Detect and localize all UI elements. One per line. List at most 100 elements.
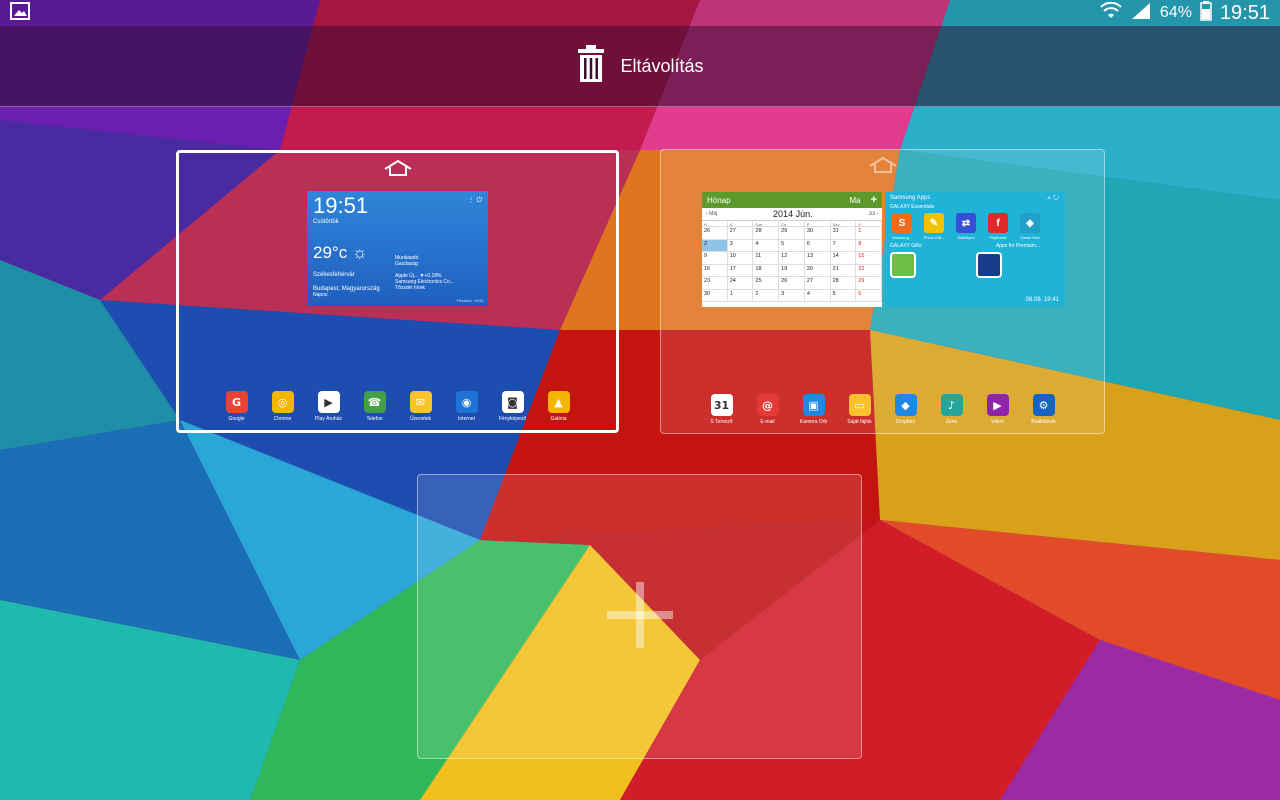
calendar-day[interactable]: 22 bbox=[856, 264, 882, 277]
evernote-icon[interactable] bbox=[890, 252, 916, 278]
calendar-day[interactable]: 5 bbox=[830, 289, 857, 302]
calendar-day[interactable]: 28 bbox=[830, 277, 857, 290]
calendar-day[interactable]: 2 bbox=[702, 239, 728, 252]
app-shortcut[interactable]: ◎ Chrome bbox=[267, 391, 299, 422]
app-shortcut[interactable]: ♪ Zene bbox=[936, 394, 968, 425]
home-icon[interactable] bbox=[383, 159, 413, 181]
calendar-day[interactable]: 4 bbox=[753, 239, 780, 252]
calendar-day[interactable]: 14 bbox=[830, 252, 857, 265]
app-shortcut[interactable]: ⚙ Beállítások bbox=[1028, 394, 1060, 425]
calendar-day[interactable]: 5 bbox=[779, 239, 805, 252]
calendar-day[interactable]: 3 bbox=[727, 239, 754, 252]
app-label: Dropbox bbox=[896, 419, 915, 425]
calendar-day[interactable]: 15 bbox=[856, 252, 882, 265]
calendar-widget[interactable]: Hónap Ma + ‹ Máj 2014 Jún. Júl › H K Sze Cs… bbox=[702, 192, 882, 307]
add-page-button[interactable] bbox=[417, 474, 862, 759]
calendar-day[interactable]: 29 bbox=[779, 227, 805, 240]
calendar-day[interactable]: 18 bbox=[753, 264, 780, 277]
samsung-apps-widget[interactable]: Samsung Apps ⌕ ↻ GALAXY Essentials S Sams… bbox=[885, 192, 1065, 307]
calendar-day[interactable]: 9 bbox=[702, 252, 728, 265]
video-app-icon[interactable] bbox=[976, 252, 1002, 278]
calendar-grid: H K Sze Cs P Szo V 26 27 28 29 30 31 1 2 3 4 5 6 7 8 9 10 11 12 1… bbox=[702, 220, 882, 302]
plus-icon[interactable]: + bbox=[871, 194, 877, 206]
samsung-app-item[interactable]: f Flipboard bbox=[986, 213, 1010, 240]
news-item-1[interactable]: Munkaadó Gazdaság bbox=[395, 255, 418, 267]
app-shortcut[interactable]: ◙ Fényképező bbox=[497, 391, 529, 422]
app-shortcut[interactable]: G Google bbox=[221, 391, 253, 422]
calendar-day[interactable]: 27 bbox=[727, 227, 754, 240]
calendar-today-button[interactable]: Ma bbox=[849, 196, 860, 205]
app-icon: ◈ bbox=[1020, 213, 1040, 233]
app-shortcut[interactable]: ✉ Üzenetek bbox=[405, 391, 437, 422]
calendar-day[interactable]: 6 bbox=[856, 289, 882, 302]
calendar-day[interactable]: 11 bbox=[753, 252, 780, 265]
home-page-thumbnail-2[interactable]: Hónap Ma + ‹ Máj 2014 Jún. Júl › H K Sze Cs… bbox=[660, 149, 1105, 434]
calendar-day[interactable]: 4 bbox=[804, 289, 831, 302]
home-icon-inactive[interactable] bbox=[868, 156, 898, 178]
calendar-day[interactable]: 21 bbox=[830, 264, 857, 277]
calendar-day[interactable]: 13 bbox=[804, 252, 831, 265]
widget-menu-icon[interactable]: ⋮ ⏻ bbox=[468, 196, 482, 205]
calendar-day[interactable]: 23 bbox=[702, 277, 728, 290]
app-shortcut[interactable]: ▶ Play Áruház bbox=[313, 391, 345, 422]
calendar-day[interactable]: 12 bbox=[779, 252, 805, 265]
calendar-day[interactable]: 24 bbox=[727, 277, 754, 290]
samsung-apps-row: S Samsung... ✎ Photo Edi... ⇄ SideSync f Flipbo… bbox=[890, 213, 1060, 240]
app-label: Google bbox=[228, 416, 245, 422]
app-label: SideSync bbox=[957, 235, 975, 240]
dock-page-2: 31 S Tervező @ E-mail ▣ Kamera Orb ▭ Saját fájl… bbox=[661, 394, 1104, 425]
app-label: E-mail bbox=[760, 419, 775, 425]
app-label: Saját fájlok bbox=[847, 419, 872, 425]
calendar-day[interactable]: 3 bbox=[779, 289, 805, 302]
calendar-day[interactable]: 1 bbox=[856, 227, 882, 240]
app-icon: ⚙ bbox=[1032, 394, 1055, 416]
app-shortcut[interactable]: ▭ Saját fájlok bbox=[844, 394, 876, 425]
calendar-day[interactable]: 6 bbox=[804, 239, 831, 252]
news-item-2[interactable]: Apple Új... ▼+0.18% Samsung Electronics … bbox=[395, 273, 483, 291]
app-shortcut[interactable]: ▲ Galéria bbox=[543, 391, 575, 422]
trash-icon bbox=[576, 45, 606, 87]
app-label: Internet bbox=[458, 416, 475, 422]
calendar-day[interactable]: 2 bbox=[753, 289, 780, 302]
app-icon: ▣ bbox=[802, 394, 825, 416]
calendar-day[interactable]: 19 bbox=[779, 264, 805, 277]
search-icon[interactable]: ⌕ ↻ bbox=[1047, 195, 1059, 203]
calendar-day[interactable]: 30 bbox=[804, 227, 831, 240]
calendar-day[interactable]: 16 bbox=[702, 264, 728, 277]
calendar-day[interactable]: 28 bbox=[753, 227, 780, 240]
calendar-day[interactable]: 27 bbox=[804, 277, 831, 290]
calendar-day[interactable]: 31 bbox=[830, 227, 857, 240]
calendar-day[interactable]: 30 bbox=[702, 289, 728, 302]
gallery-icon bbox=[10, 2, 30, 24]
calendar-day[interactable]: 10 bbox=[727, 252, 754, 265]
home-page-thumbnail-1[interactable]: 19:51 Csütörtök ⋮ ⏻ 29°c ☼ Székesfehérvá… bbox=[176, 150, 619, 433]
app-shortcut[interactable]: ▣ Kamera Orb bbox=[798, 394, 830, 425]
weather-widget[interactable]: 19:51 Csütörtök ⋮ ⏻ 29°c ☼ Székesfehérvá… bbox=[307, 191, 488, 306]
samsung-app-item[interactable]: ◈ Game Hub bbox=[1018, 213, 1042, 240]
app-label: Samsung... bbox=[891, 235, 913, 240]
app-icon: @ bbox=[756, 394, 779, 416]
app-label: Videó bbox=[991, 419, 1004, 425]
samsung-app-item[interactable]: ✎ Photo Edi... bbox=[922, 213, 946, 240]
calendar-next[interactable]: Júl › bbox=[869, 211, 878, 217]
app-shortcut[interactable]: ◉ Internet bbox=[451, 391, 483, 422]
app-shortcut[interactable]: @ E-mail bbox=[752, 394, 784, 425]
calendar-day[interactable]: 26 bbox=[779, 277, 805, 290]
app-shortcut[interactable]: ◆ Dropbox bbox=[890, 394, 922, 425]
samsung-app-item[interactable]: S Samsung... bbox=[890, 213, 914, 240]
app-shortcut[interactable]: 31 S Tervező bbox=[706, 394, 738, 425]
calendar-day[interactable]: 29 bbox=[856, 277, 882, 290]
calendar-day[interactable]: 1 bbox=[727, 289, 754, 302]
app-shortcut[interactable]: ▶ Videó bbox=[982, 394, 1014, 425]
calendar-day[interactable]: 17 bbox=[727, 264, 754, 277]
calendar-prev[interactable]: ‹ Máj bbox=[706, 211, 717, 217]
calendar-day[interactable]: 7 bbox=[830, 239, 857, 252]
app-shortcut[interactable]: ☎ Telefon bbox=[359, 391, 391, 422]
calendar-day[interactable]: 25 bbox=[753, 277, 780, 290]
remove-drop-zone[interactable]: Eltávolítás bbox=[0, 26, 1280, 107]
calendar-day[interactable]: 26 bbox=[702, 227, 728, 240]
samsung-app-item[interactable]: ⇄ SideSync bbox=[954, 213, 978, 240]
calendar-day[interactable]: 20 bbox=[804, 264, 831, 277]
calendar-view-label[interactable]: Hónap bbox=[707, 196, 731, 205]
calendar-day[interactable]: 8 bbox=[856, 239, 882, 252]
